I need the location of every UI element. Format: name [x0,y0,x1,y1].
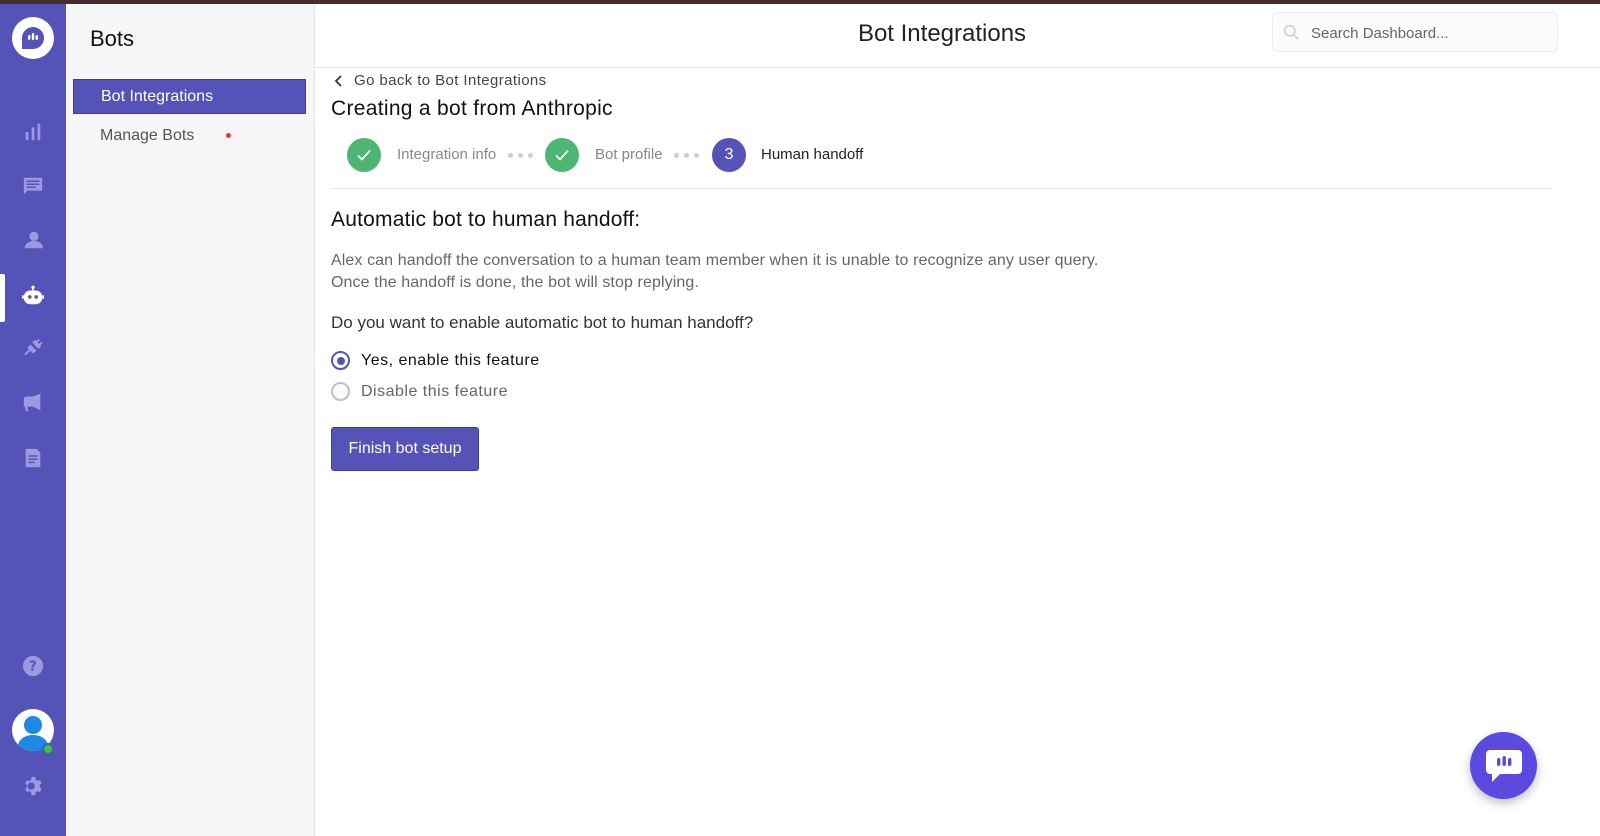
main-content: Go back to Bot Integrations Creating a b… [331,68,1571,828]
back-link-label: Go back to Bot Integrations [354,72,547,89]
app-logo-icon[interactable] [12,17,54,59]
handoff-question: Do you want to enable automatic bot to h… [331,313,754,332]
description-line: Once the handoff is done, the bot will s… [331,274,699,291]
search-box [1272,12,1558,52]
sidebar-item-bot-integrations[interactable]: Bot Integrations [73,79,306,114]
document-icon[interactable] [19,444,47,472]
chat-widget-button[interactable] [1470,732,1537,799]
search-icon [1283,24,1299,40]
stepper: Integration info Bot profile 3 Human han… [347,138,1247,172]
sidebar-item-label: Bot Integrations [101,87,214,105]
help-icon[interactable]: ? [19,652,47,680]
check-icon [347,138,381,172]
page-header: Bot Integrations [315,4,1600,68]
primary-nav-rail: ? [0,4,66,836]
svg-text:?: ? [29,660,36,675]
step-connector [674,153,699,158]
finish-bot-setup-button[interactable]: Finish bot setup [331,427,479,471]
message-icon[interactable] [19,172,47,200]
divider [331,188,1553,189]
radio-button[interactable] [331,382,350,401]
bot-icon[interactable] [19,282,47,310]
bar-chart-icon[interactable] [19,118,47,146]
sidebar-item-label: Manage Bots [100,126,195,144]
section-title: Automatic bot to human handoff: [331,208,641,231]
check-icon [545,138,579,172]
radio-button[interactable] [331,351,350,370]
step-label: Human handoff [761,146,864,163]
step-label: Bot profile [595,146,663,163]
step-number-badge: 3 [712,138,746,172]
radio-disable-feature[interactable]: Disable this feature [331,382,508,401]
description-line: Alex can handoff the conversation to a h… [331,252,1099,269]
active-indicator [0,274,5,322]
step-label: Integration info [397,146,497,163]
gear-icon[interactable] [19,772,47,800]
step-connector [508,153,533,158]
search-input[interactable] [1311,19,1549,47]
back-link[interactable]: Go back to Bot Integrations [331,72,547,89]
sidebar-item-manage-bots[interactable]: Manage Bots [73,118,306,153]
notification-dot [226,133,231,138]
online-status-icon [42,743,54,755]
chat-bubble-icon [1485,749,1522,782]
page-title: Creating a bot from Anthropic [331,97,613,120]
bots-sidebar: Bots Bot Integrations Manage Bots [66,4,315,836]
radio-enable-feature[interactable]: Yes, enable this feature [331,351,540,370]
radio-label: Disable this feature [361,382,508,400]
chevron-left-icon [334,74,342,87]
sidebar-title: Bots [90,26,135,51]
radio-label: Yes, enable this feature [361,351,540,369]
plug-icon[interactable] [19,334,47,362]
users-icon[interactable] [19,226,47,254]
megaphone-icon[interactable] [19,388,47,416]
description: Alex can handoff the conversation to a h… [331,250,1098,294]
